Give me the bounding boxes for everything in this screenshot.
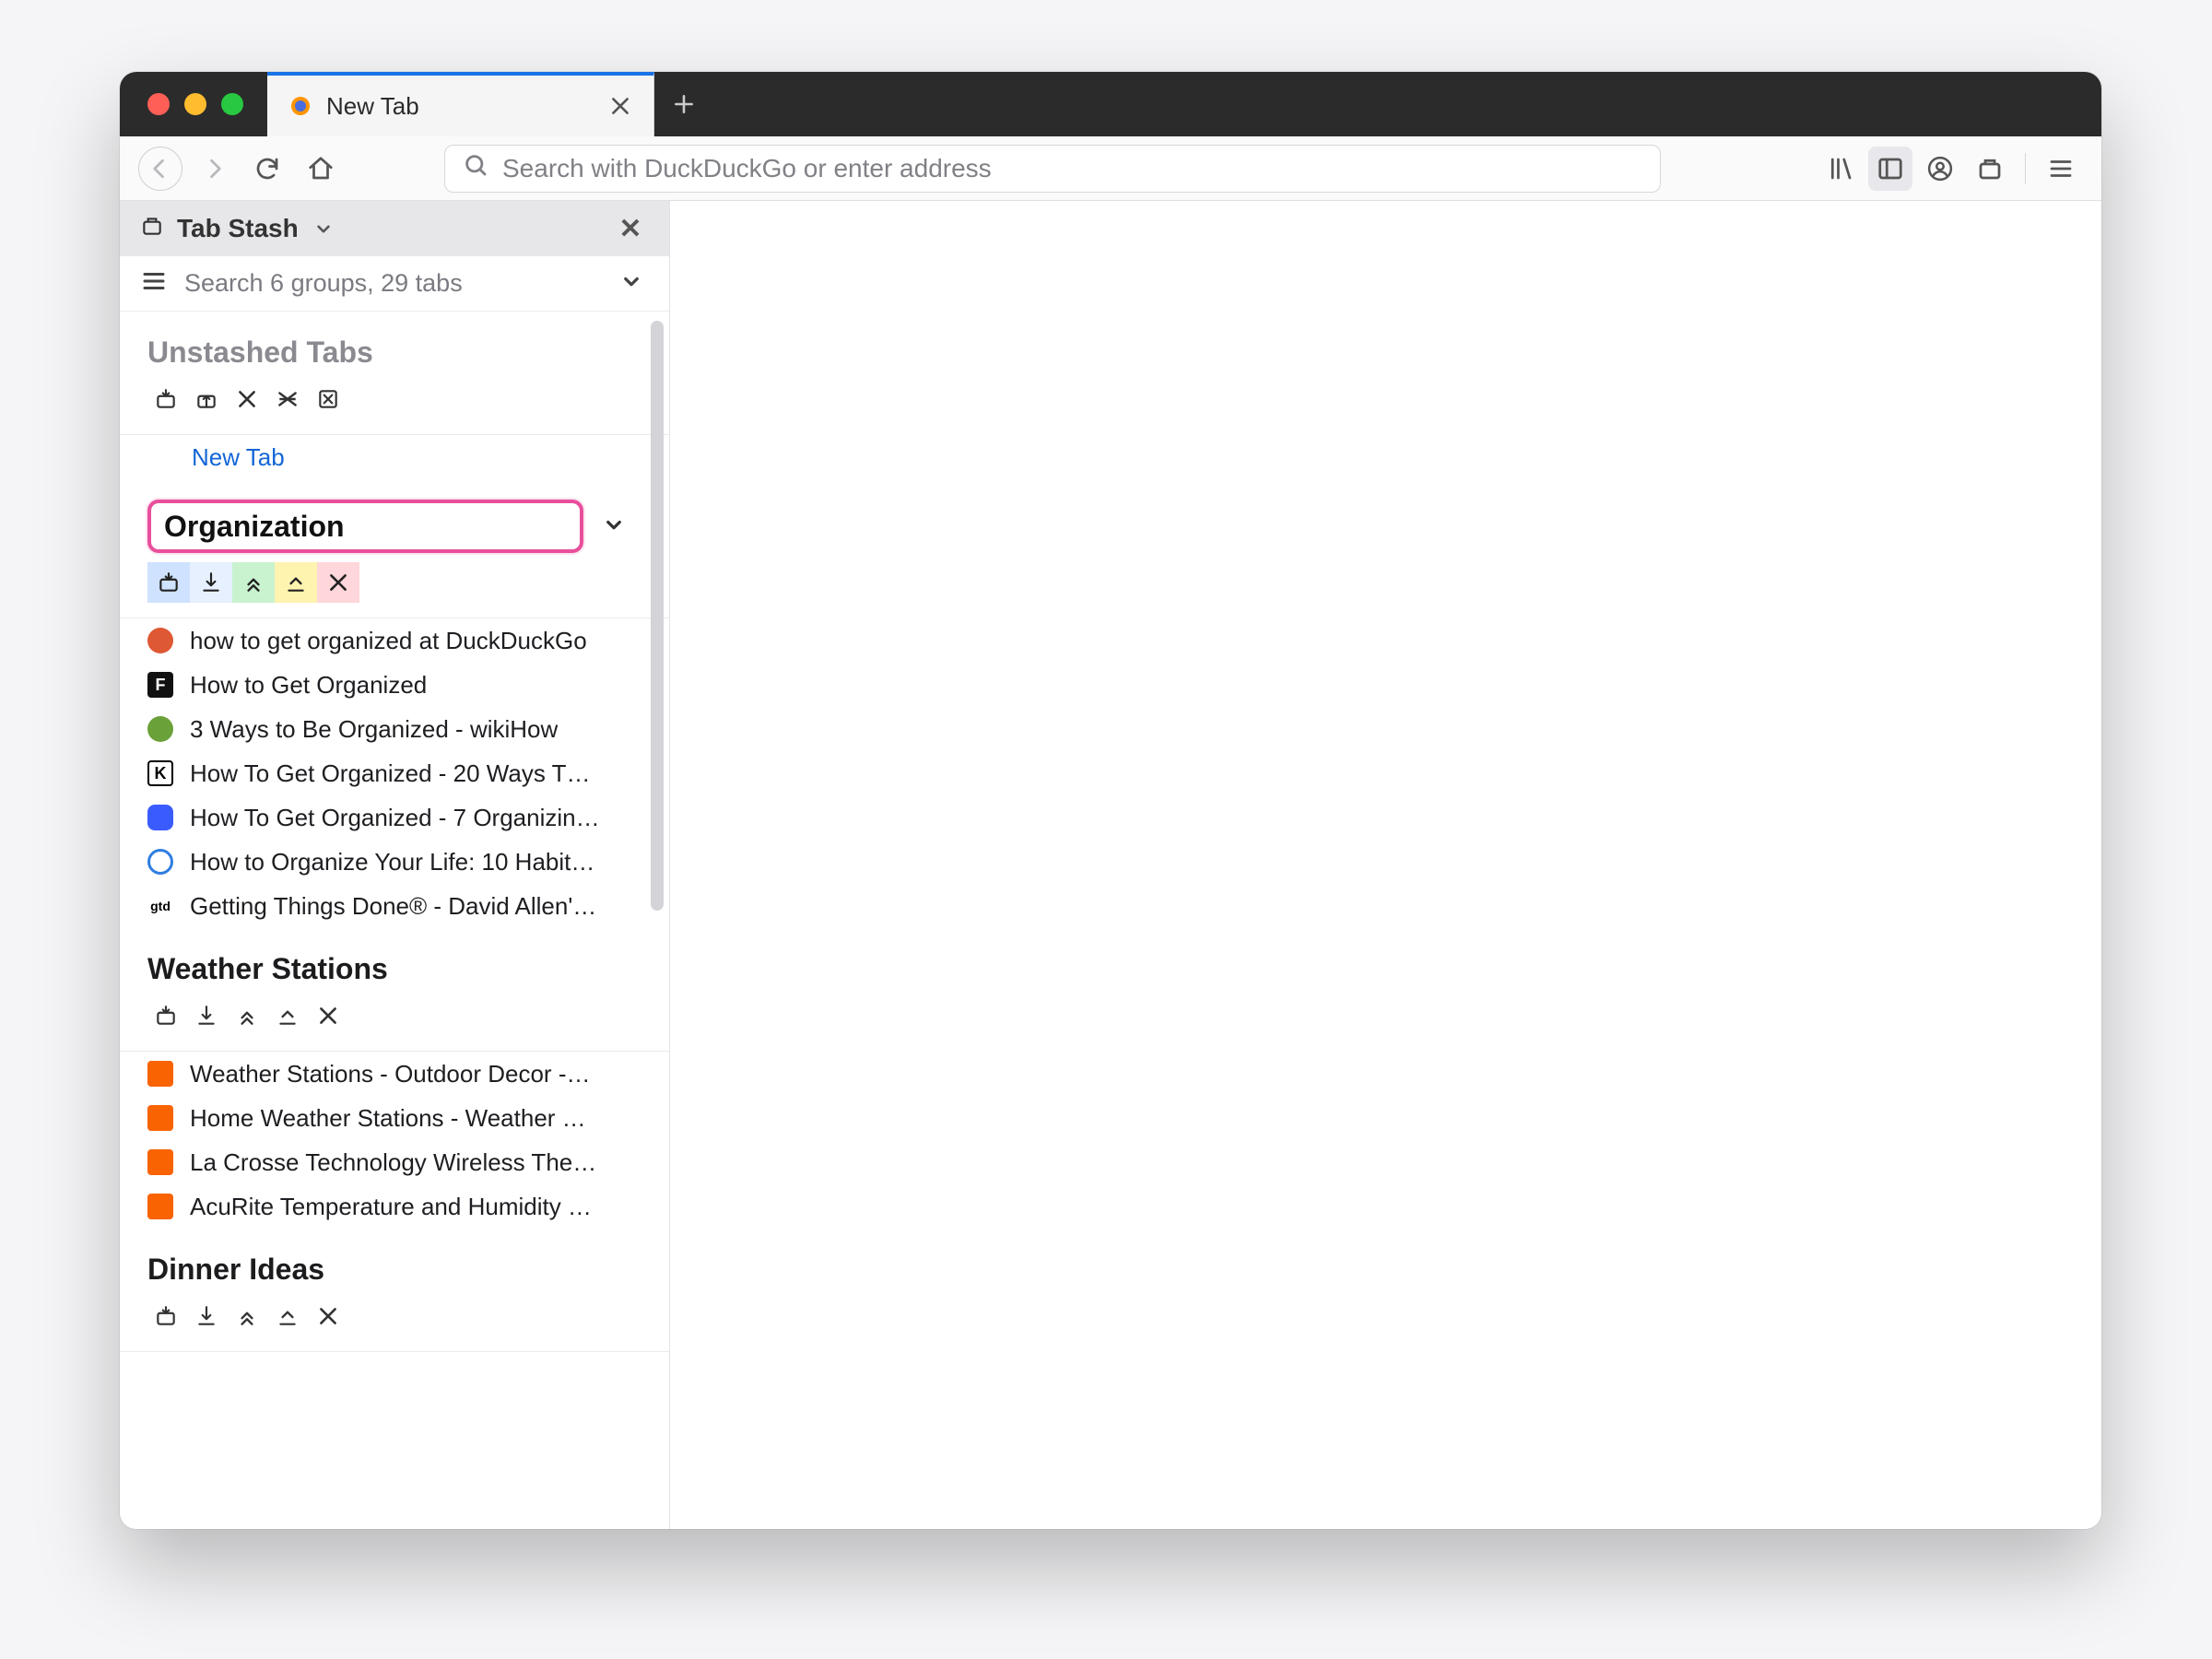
chevron-down-icon[interactable] bbox=[600, 511, 628, 543]
section-tools bbox=[147, 381, 641, 418]
zoom-window-button[interactable] bbox=[221, 93, 243, 115]
tab-title: New Tab bbox=[326, 92, 594, 121]
app-menu-button[interactable] bbox=[2039, 147, 2083, 191]
restore-remove-icon[interactable] bbox=[275, 562, 317, 603]
list-item[interactable]: Weather Stations - Outdoor Decor -… bbox=[120, 1052, 669, 1096]
back-button[interactable] bbox=[138, 147, 182, 191]
list-item[interactable]: FHow to Get Organized bbox=[120, 663, 669, 707]
site-icon bbox=[147, 849, 173, 875]
page-content bbox=[670, 201, 2101, 1529]
site-icon: F bbox=[147, 672, 173, 698]
list-item[interactable]: KHow To Get Organized - 20 Ways T… bbox=[120, 751, 669, 795]
stash-into-group-icon[interactable] bbox=[147, 562, 190, 603]
ddg-icon bbox=[147, 628, 173, 653]
delete-group-icon[interactable] bbox=[310, 997, 347, 1034]
sidebar-search-row: Search 6 groups, 29 tabs bbox=[120, 256, 669, 312]
url-placeholder: Search with DuckDuckGo or enter address bbox=[502, 154, 992, 183]
sidebar-search-placeholder[interactable]: Search 6 groups, 29 tabs bbox=[184, 269, 601, 298]
homedepot-icon bbox=[147, 1149, 173, 1175]
forward-button[interactable] bbox=[192, 147, 236, 191]
stash-single-icon[interactable] bbox=[188, 1298, 225, 1335]
stash-all-icon[interactable] bbox=[147, 381, 184, 418]
sidebar: Tab Stash ✕ Search 6 groups, 29 tabs bbox=[120, 201, 670, 1529]
browser-tab[interactable]: New Tab bbox=[267, 72, 654, 136]
sidebar-header[interactable]: Tab Stash ✕ bbox=[120, 201, 669, 256]
list-item[interactable]: La Crosse Technology Wireless The… bbox=[120, 1140, 669, 1184]
restore-all-icon[interactable] bbox=[229, 997, 265, 1034]
wikihow-icon bbox=[147, 716, 173, 742]
titlebar: New Tab bbox=[120, 72, 2101, 136]
homedepot-icon bbox=[147, 1061, 173, 1087]
gtd-icon: gtd bbox=[147, 893, 173, 919]
list-item[interactable]: 3 Ways to Be Organized - wikiHow bbox=[120, 707, 669, 751]
account-button[interactable] bbox=[1918, 147, 1962, 191]
stash-single-icon[interactable] bbox=[188, 997, 225, 1034]
library-button[interactable] bbox=[1818, 147, 1863, 191]
new-tab-link[interactable]: New Tab bbox=[120, 435, 669, 479]
close-unstashed-icon[interactable] bbox=[269, 381, 306, 418]
list-item[interactable]: gtdGetting Things Done® - David Allen'… bbox=[120, 884, 669, 928]
extension-tabstash-button[interactable] bbox=[1968, 147, 2012, 191]
restore-remove-icon[interactable] bbox=[269, 1298, 306, 1335]
url-bar[interactable]: Search with DuckDuckGo or enter address bbox=[444, 145, 1661, 193]
site-icon: K bbox=[147, 760, 173, 786]
separator bbox=[2025, 153, 2026, 184]
minimize-window-button[interactable] bbox=[184, 93, 206, 115]
sidebar-scroll: Unstashed Tabs New Tab bbox=[120, 312, 669, 1529]
menu-icon[interactable] bbox=[140, 267, 168, 300]
browser-window: New Tab bbox=[120, 72, 2101, 1529]
list-item[interactable]: Home Weather Stations - Weather … bbox=[120, 1096, 669, 1140]
restore-icon[interactable] bbox=[188, 381, 225, 418]
nav-toolbar: Search with DuckDuckGo or enter address bbox=[120, 136, 2101, 201]
restore-remove-icon[interactable] bbox=[269, 997, 306, 1034]
firefox-icon bbox=[288, 93, 313, 119]
section-unstashed: Unstashed Tabs bbox=[120, 312, 669, 434]
group-title[interactable]: Dinner Ideas bbox=[147, 1253, 641, 1287]
home-button[interactable] bbox=[299, 147, 343, 191]
section-weather: Weather Stations bbox=[120, 928, 669, 1051]
sidebar-close-button[interactable]: ✕ bbox=[612, 213, 649, 245]
group-title[interactable]: Weather Stations bbox=[147, 952, 641, 986]
new-tab-button[interactable] bbox=[654, 72, 713, 136]
close-all-boxed-icon[interactable] bbox=[310, 381, 347, 418]
stash-into-group-icon[interactable] bbox=[147, 1298, 184, 1335]
list-item[interactable]: how to get organized at DuckDuckGo bbox=[120, 618, 669, 663]
list-item[interactable]: How to Organize Your Life: 10 Habit… bbox=[120, 840, 669, 884]
delete-group-icon[interactable] bbox=[310, 1298, 347, 1335]
group-edit-row bbox=[120, 479, 669, 562]
group-title-input[interactable] bbox=[147, 500, 583, 553]
chevron-down-icon[interactable] bbox=[618, 267, 645, 300]
tabstash-icon bbox=[140, 214, 164, 244]
list-item[interactable]: AcuRite Temperature and Humidity … bbox=[120, 1184, 669, 1229]
site-icon bbox=[147, 805, 173, 830]
close-icon[interactable] bbox=[229, 381, 265, 418]
toolbar-right-cluster bbox=[1818, 147, 2083, 191]
section-title-unstashed: Unstashed Tabs bbox=[147, 335, 641, 370]
section-dinner: Dinner Ideas bbox=[120, 1229, 669, 1351]
search-icon bbox=[462, 151, 489, 185]
reload-button[interactable] bbox=[245, 147, 289, 191]
sidebar-title: Tab Stash bbox=[177, 214, 299, 243]
homedepot-icon bbox=[147, 1194, 173, 1219]
close-window-button[interactable] bbox=[147, 93, 170, 115]
restore-all-icon[interactable] bbox=[232, 562, 275, 603]
restore-all-icon[interactable] bbox=[229, 1298, 265, 1335]
sidebar-toggle-button[interactable] bbox=[1868, 147, 1912, 191]
chevron-down-icon bbox=[312, 217, 335, 241]
stash-into-group-icon[interactable] bbox=[147, 997, 184, 1034]
homedepot-icon bbox=[147, 1105, 173, 1131]
scrollbar[interactable] bbox=[651, 321, 664, 911]
stash-single-icon[interactable] bbox=[190, 562, 232, 603]
delete-group-icon[interactable] bbox=[317, 562, 359, 603]
group-tools bbox=[120, 562, 669, 618]
list-item[interactable]: How To Get Organized - 7 Organizin… bbox=[120, 795, 669, 840]
close-tab-button[interactable] bbox=[607, 93, 633, 119]
window-controls bbox=[120, 72, 267, 136]
